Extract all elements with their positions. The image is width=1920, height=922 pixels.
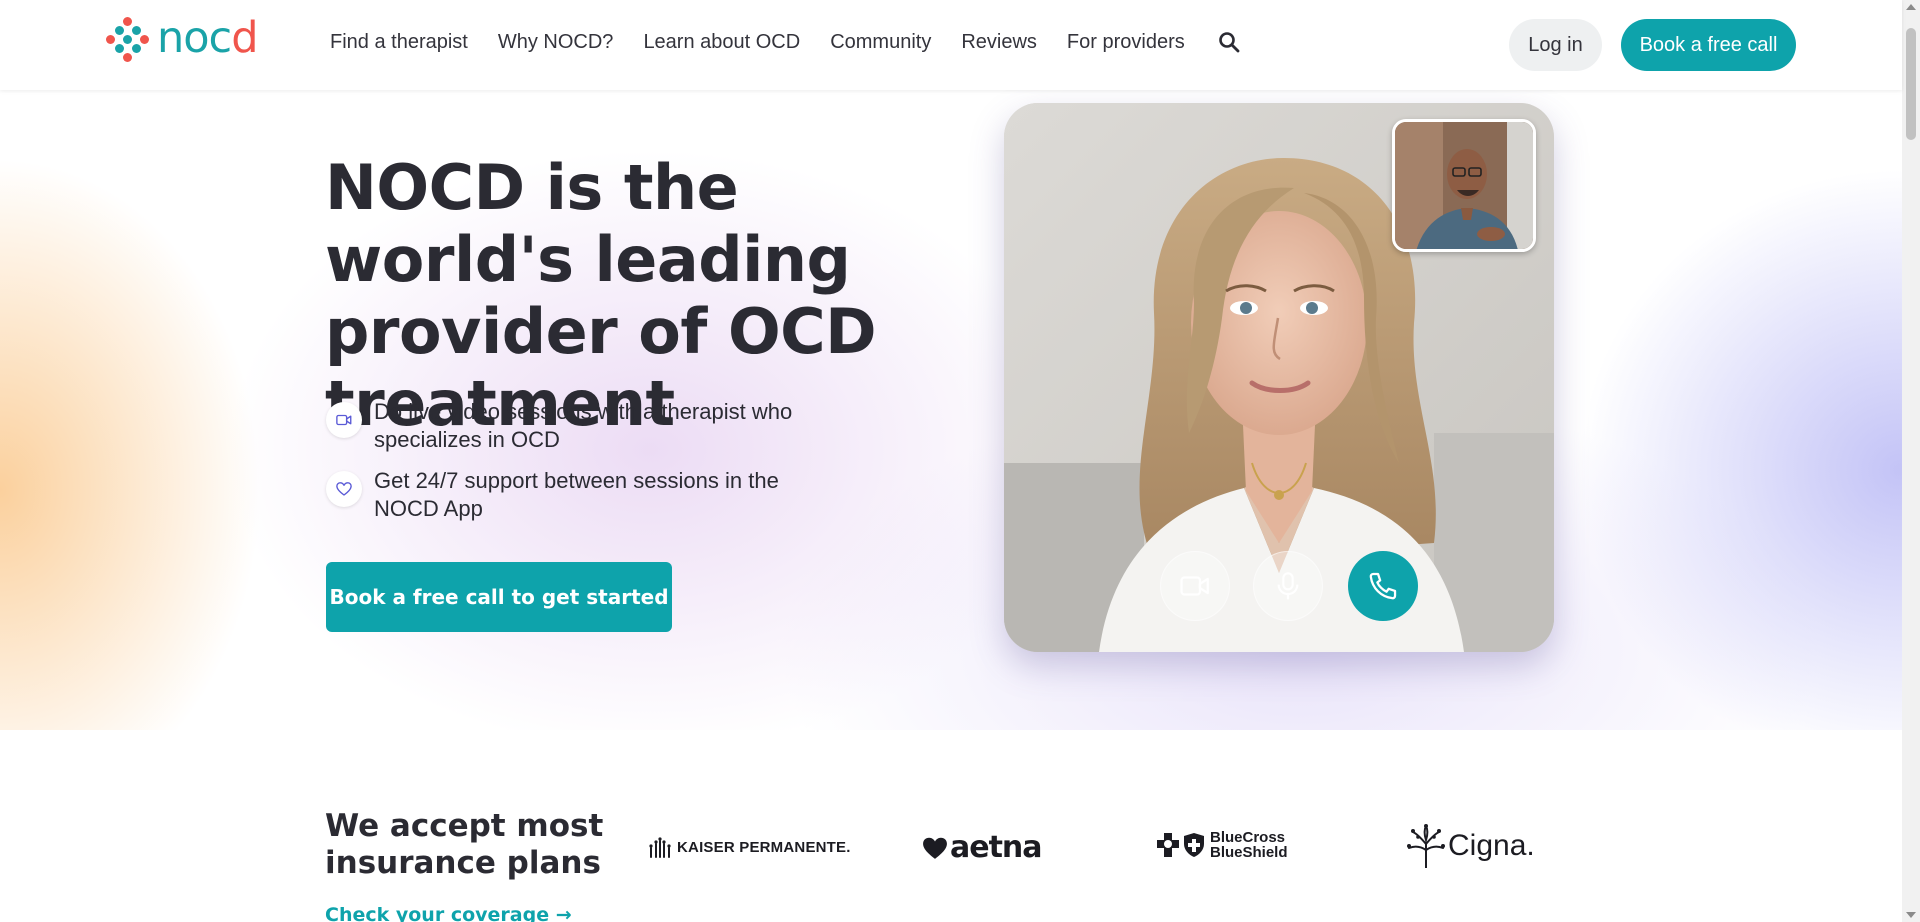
book-free-call-button[interactable]: Book a free call	[1621, 19, 1796, 71]
microphone-icon	[1277, 572, 1299, 600]
feature-text: Do live video sessions with a therapist …	[374, 399, 793, 452]
page-scrollbar[interactable]	[1902, 0, 1920, 922]
main-nav: Find a therapist Why NOCD? Learn about O…	[330, 30, 1241, 54]
nav-why-nocd[interactable]: Why NOCD?	[498, 31, 614, 54]
feature-app-support: Get 24/7 support between sessions in the…	[326, 467, 794, 523]
video-camera-icon	[1180, 576, 1209, 596]
toggle-microphone-button[interactable]	[1253, 551, 1323, 621]
feature-text: Get 24/7 support between sessions in the…	[374, 468, 779, 521]
nocd-logo[interactable]: nocd	[105, 12, 259, 63]
scroll-up-arrow-icon[interactable]	[1906, 4, 1916, 10]
kaiser-permanente-wordmark: KAISER PERMANENTE.	[677, 838, 851, 856]
scroll-down-arrow-icon[interactable]	[1906, 912, 1916, 918]
bluecross-blueshield-wordmark: BlueCross BlueShield	[1210, 829, 1288, 861]
nav-reviews[interactable]: Reviews	[961, 31, 1037, 54]
aetna-logo: aetna	[922, 830, 1043, 865]
hero-title: NOCD is the world's leading provider of …	[325, 151, 877, 440]
cigna-wordmark: Cigna.	[1448, 829, 1535, 862]
nav-for-providers[interactable]: For providers	[1067, 31, 1185, 54]
nav-find-therapist[interactable]: Find a therapist	[330, 31, 468, 54]
video-camera-icon	[326, 402, 362, 438]
phone-icon	[1369, 572, 1397, 600]
search-icon[interactable]	[1217, 30, 1241, 54]
heart-icon	[326, 471, 362, 507]
site-header: nocd Find a therapist Why NOCD? Learn ab…	[0, 0, 1902, 90]
kaiser-permanente-logo: KAISER PERMANENTE.	[648, 836, 851, 858]
blue-cross-icon	[1157, 833, 1179, 857]
login-button[interactable]: Log in	[1509, 19, 1602, 71]
nav-learn-about-ocd[interactable]: Learn about OCD	[643, 31, 800, 54]
logo-wordmark: nocd	[157, 12, 259, 63]
nav-community[interactable]: Community	[830, 31, 931, 54]
aetna-wordmark: aetna	[950, 830, 1043, 865]
cigna-tree-icon	[1407, 824, 1445, 868]
book-free-call-hero-button[interactable]: Book a free call to get started	[326, 562, 672, 632]
kaiser-permanente-mark-icon	[649, 837, 671, 858]
cigna-logo: Cigna.	[1406, 824, 1535, 868]
scroll-thumb[interactable]	[1906, 28, 1916, 140]
therapist-photo	[1395, 122, 1533, 249]
bluecross-blueshield-logo: BlueCross BlueShield	[1156, 830, 1300, 860]
heart-icon	[923, 837, 947, 859]
blue-shield-icon	[1184, 833, 1204, 857]
feature-video-sessions: Do live video sessions with a therapist …	[326, 398, 794, 454]
logo-mark-icon	[105, 17, 151, 63]
therapist-video-thumbnail	[1392, 119, 1536, 252]
end-call-button[interactable]	[1348, 551, 1418, 621]
toggle-video-button[interactable]	[1160, 551, 1230, 621]
insurance-title: We accept most insurance plans	[325, 808, 604, 881]
check-coverage-link[interactable]: Check your coverage →	[325, 904, 572, 922]
